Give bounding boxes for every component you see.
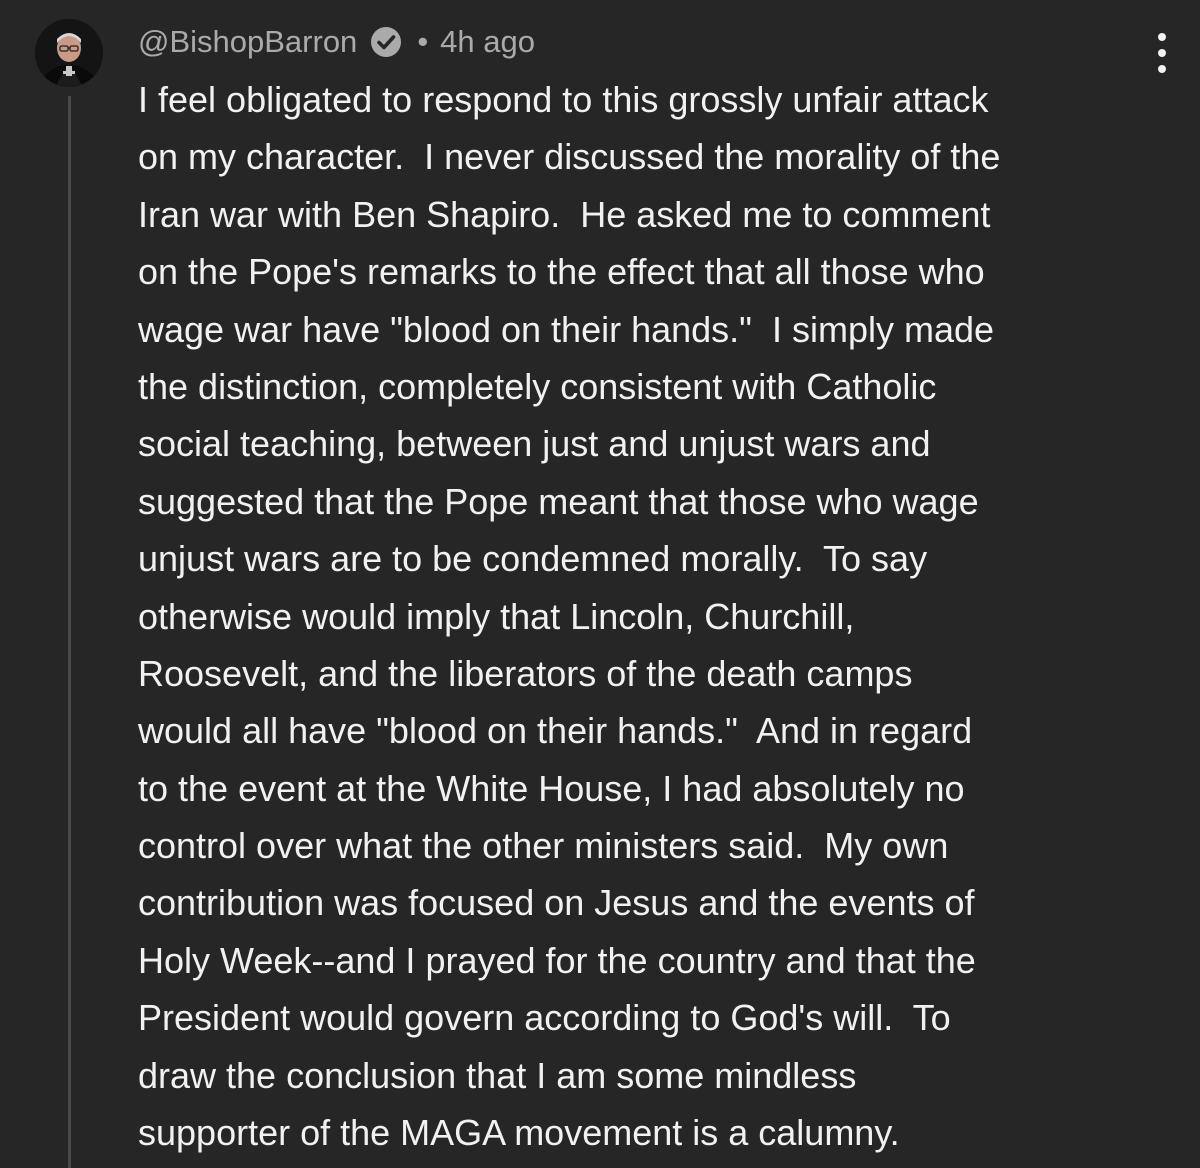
timestamp[interactable]: 4h ago <box>440 24 535 60</box>
author-handle[interactable]: @BishopBarron <box>138 24 357 60</box>
comment-text-line: wage war have "blood on their hands." I … <box>138 308 995 350</box>
comment-text-line: the distinction, completely consistent w… <box>138 365 937 407</box>
avatar[interactable] <box>35 19 103 87</box>
comment-text-line: suggested that the Pope meant that those… <box>138 480 979 522</box>
more-vertical-icon[interactable] <box>1144 33 1180 73</box>
comment-text-line: supporter of the MAGA movement is a calu… <box>138 1112 900 1154</box>
avatar-image <box>35 19 103 87</box>
menu-dot <box>1158 49 1166 57</box>
comment-text-line: unjust wars are to be condemned morally.… <box>138 538 928 580</box>
comment-text-line: Holy Week--and I prayed for the country … <box>138 939 976 981</box>
separator-dot: • <box>417 24 429 59</box>
comment-text-line: on the Pope's remarks to the effect that… <box>138 251 985 293</box>
comment-text-line: on my character. I never discussed the m… <box>138 136 1001 178</box>
comment-text-line: would all have "blood on their hands." A… <box>138 710 973 752</box>
comment-text: I feel obligated to respond to this gros… <box>138 71 1178 1161</box>
comment-text-line: I feel obligated to respond to this gros… <box>138 79 989 120</box>
comment-text-line: President would govern according to God'… <box>138 997 951 1039</box>
verified-check-icon <box>369 25 403 59</box>
comment-text-line: draw the conclusion that I am some mindl… <box>138 1054 857 1096</box>
thread-line <box>68 96 71 1168</box>
comment-text-line: otherwise would imply that Lincoln, Chur… <box>138 595 855 637</box>
comment-text-line: Iran war with Ben Shapiro. He asked me t… <box>138 193 991 235</box>
comment-header: @BishopBarron • 4h ago <box>138 20 535 64</box>
comment-text-line: social teaching, between just and unjust… <box>138 423 931 465</box>
menu-dot <box>1158 33 1166 41</box>
comment-text-line: contribution was focused on Jesus and th… <box>138 882 975 924</box>
comment: @BishopBarron • 4h ago I feel obligated … <box>0 0 1200 1168</box>
comment-text-line: Roosevelt, and the liberators of the dea… <box>138 652 913 694</box>
comment-text-line: control over what the other ministers sa… <box>138 825 949 867</box>
comment-text-line: to the event at the White House, I had a… <box>138 767 965 809</box>
